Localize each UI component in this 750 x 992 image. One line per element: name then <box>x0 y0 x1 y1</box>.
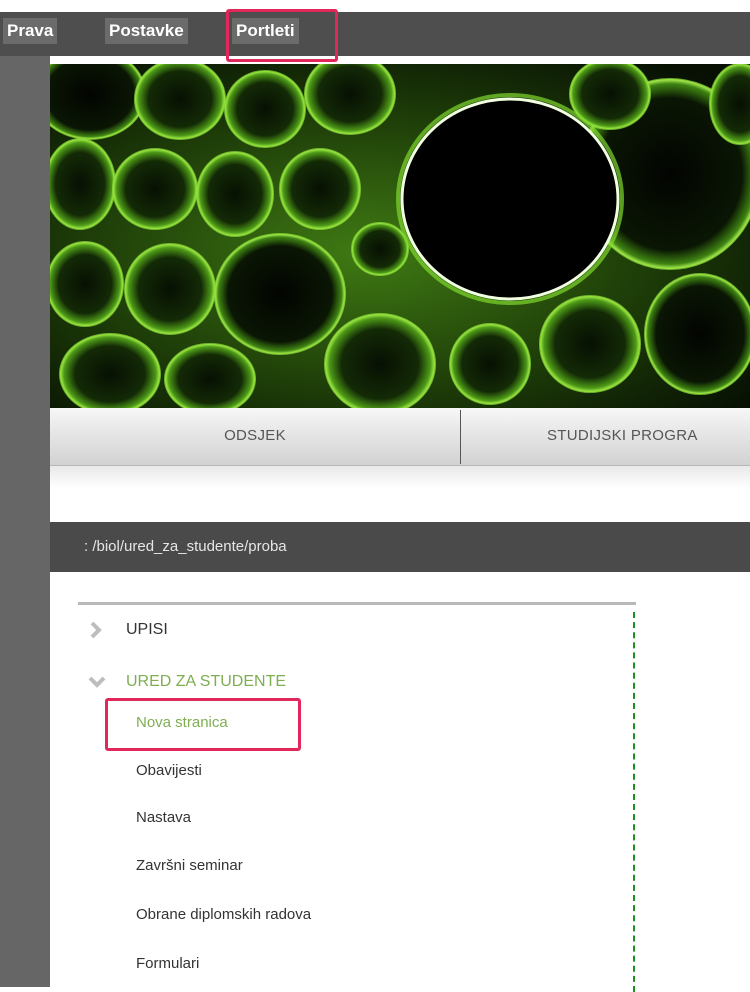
side-submenu-item-obavijesti[interactable]: Obavijesti <box>136 759 202 783</box>
side-submenu-item-nova-stranica[interactable]: Nova stranica <box>136 711 228 735</box>
side-submenu-item-zavrsni-seminar[interactable]: Završni seminar <box>136 854 243 878</box>
left-gutter <box>0 56 50 987</box>
breadcrumb: : /biol/ured_za_studente/proba <box>50 522 750 572</box>
side-menu-item-label: URED ZA STUDENTE <box>126 673 287 690</box>
chevron-right-icon <box>90 621 102 639</box>
banner-image <box>50 64 750 408</box>
tab-postavke[interactable]: Postavke <box>105 18 188 44</box>
side-menu-top-rule <box>78 602 636 605</box>
green-cell-pattern-image <box>50 64 750 408</box>
admin-toolbar: Prava Postavke Portleti <box>0 0 750 62</box>
side-menu-item-label: UPISI <box>126 621 168 638</box>
side-submenu-item-obrane-diplomskih-radova[interactable]: Obrane diplomskih radova <box>136 903 311 927</box>
tab-portleti[interactable]: Portleti <box>232 18 299 44</box>
nav-item-odsjek[interactable]: ODSJEK <box>50 408 460 466</box>
content-area: UPISI URED ZA STUDENTE Nova stranica Oba… <box>50 572 750 992</box>
side-submenu-item-formulari[interactable]: Formulari <box>136 952 199 976</box>
side-menu-divider <box>633 612 635 992</box>
side-submenu-item-nastava[interactable]: Nastava <box>136 806 191 830</box>
nav-item-studijski-programi[interactable]: STUDIJSKI PROGRA <box>461 408 750 466</box>
tab-prava[interactable]: Prava <box>3 18 58 44</box>
chevron-down-icon <box>88 676 106 688</box>
nav-shadow-strip <box>50 466 750 522</box>
main-navigation: ODSJEK STUDIJSKI PROGRA <box>50 408 750 466</box>
